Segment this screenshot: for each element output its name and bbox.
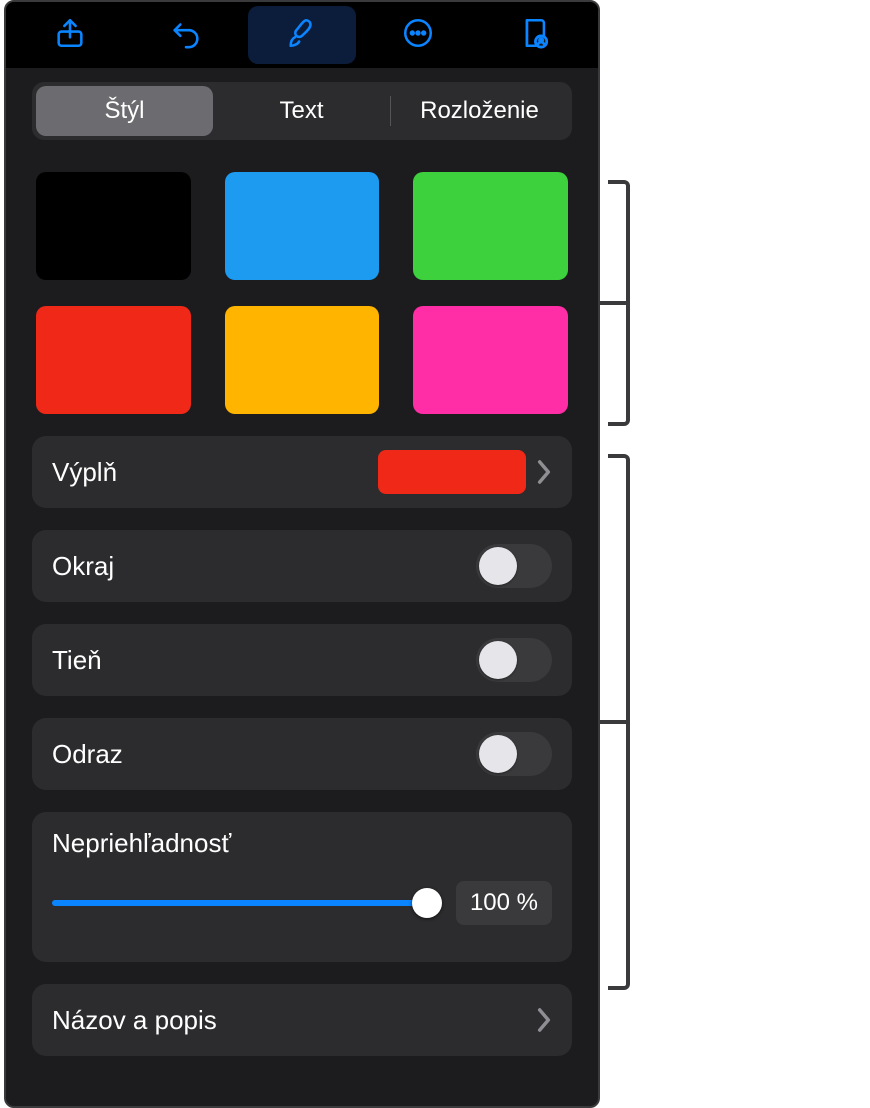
format-brush-button[interactable] xyxy=(248,6,356,64)
share-button[interactable] xyxy=(16,6,124,64)
tab-layout[interactable]: Rozloženie xyxy=(391,86,568,136)
callout-swatches xyxy=(608,180,630,426)
caption-row[interactable]: Názov a popis xyxy=(32,984,572,1056)
reflection-toggle[interactable] xyxy=(476,732,552,776)
chevron-right-icon xyxy=(536,459,552,485)
border-toggle[interactable] xyxy=(476,544,552,588)
brush-icon xyxy=(285,16,319,55)
tab-text[interactable]: Text xyxy=(213,86,390,136)
opacity-label: Nepriehľadnosť xyxy=(52,828,552,859)
undo-button[interactable] xyxy=(132,6,240,64)
shadow-label: Tieň xyxy=(52,645,476,676)
border-row[interactable]: Okraj xyxy=(32,530,572,602)
top-toolbar xyxy=(6,2,598,68)
more-button[interactable] xyxy=(364,6,472,64)
border-label: Okraj xyxy=(52,551,476,582)
presenter-notes-button[interactable] xyxy=(480,6,588,64)
fill-color-chip xyxy=(378,450,526,494)
swatch-red[interactable] xyxy=(36,306,191,414)
swatch-blue[interactable] xyxy=(225,172,380,280)
style-swatch-grid xyxy=(6,152,598,430)
more-icon xyxy=(401,16,435,55)
reflection-row[interactable]: Odraz xyxy=(32,718,572,790)
opacity-slider[interactable] xyxy=(52,889,440,917)
chevron-right-icon xyxy=(536,1007,552,1033)
swatch-orange[interactable] xyxy=(225,306,380,414)
opacity-row: Nepriehľadnosť 100 % xyxy=(32,812,572,962)
swatch-pink[interactable] xyxy=(413,306,568,414)
fill-label: Výplň xyxy=(52,457,378,488)
reflection-label: Odraz xyxy=(52,739,476,770)
swatch-black[interactable] xyxy=(36,172,191,280)
undo-icon xyxy=(169,16,203,55)
shadow-toggle[interactable] xyxy=(476,638,552,682)
format-inspector-panel: Štýl Text Rozloženie Výplň xyxy=(4,0,600,1108)
opacity-value[interactable]: 100 % xyxy=(456,881,552,925)
callout-properties xyxy=(608,454,630,990)
swatch-green[interactable] xyxy=(413,172,568,280)
tab-style[interactable]: Štýl xyxy=(36,86,213,136)
presenter-icon xyxy=(517,16,551,55)
caption-label: Názov a popis xyxy=(52,1005,536,1036)
shadow-row[interactable]: Tieň xyxy=(32,624,572,696)
fill-row[interactable]: Výplň xyxy=(32,436,572,508)
slider-thumb[interactable] xyxy=(412,888,442,918)
share-icon xyxy=(53,16,87,55)
inspector-tabs: Štýl Text Rozloženie xyxy=(32,82,572,140)
